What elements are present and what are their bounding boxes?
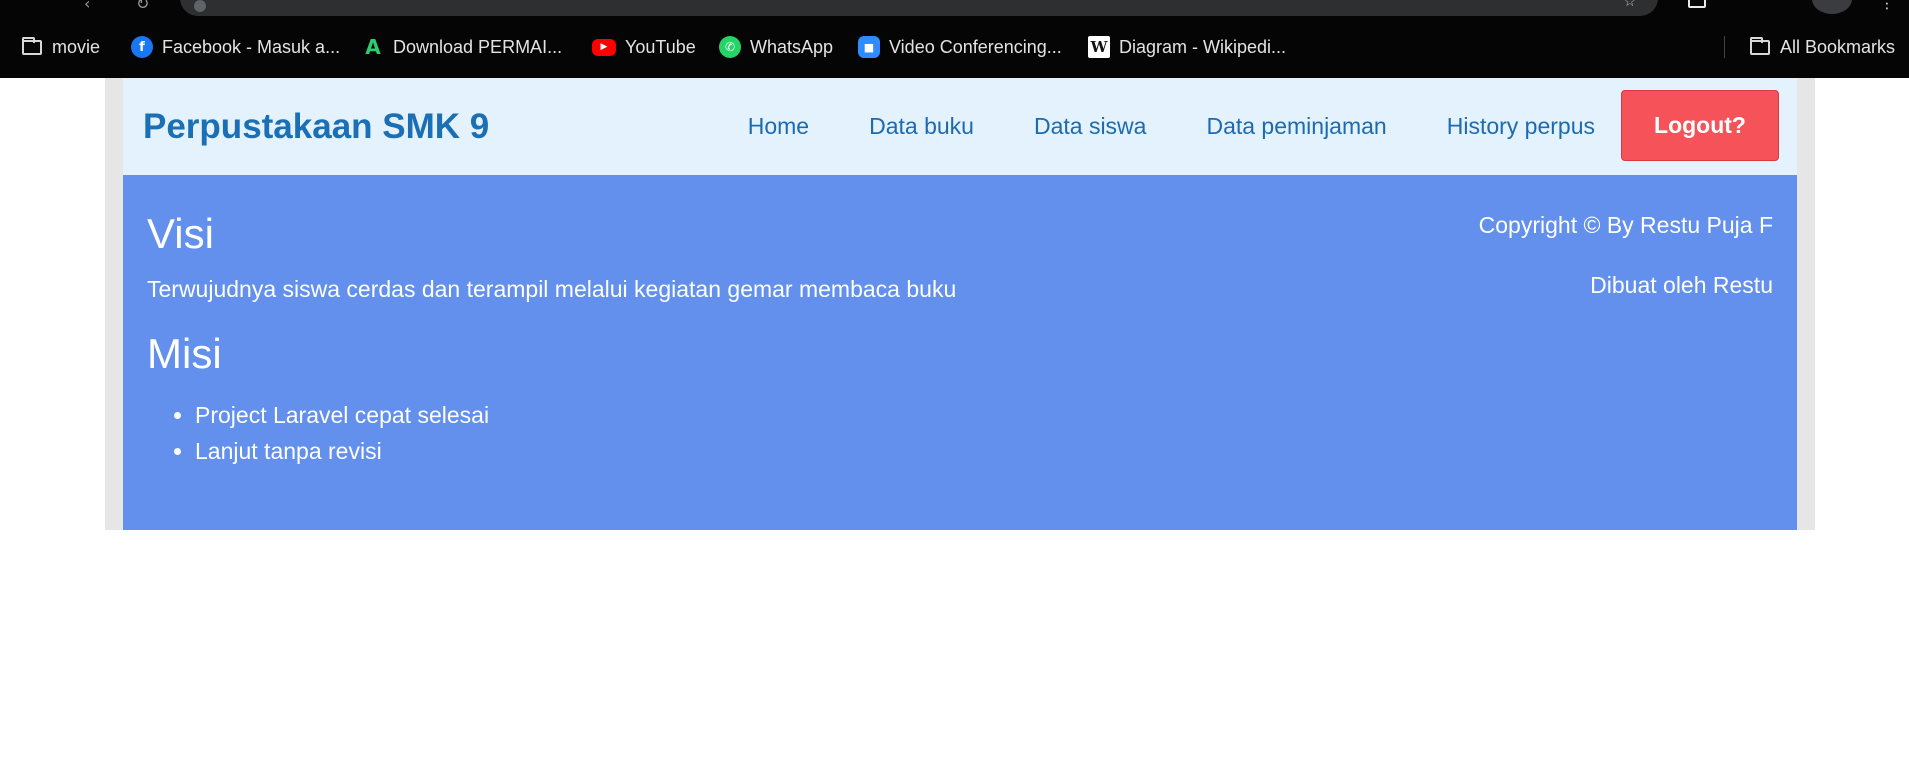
profile-avatar[interactable] [1812, 0, 1852, 14]
copyright-text: Copyright © By Restu Puja F [1478, 212, 1773, 238]
bookmark-label: WhatsApp [750, 36, 834, 57]
browser-chrome: ‹ ↻ ☆ ⋮ movie f Facebook - Masuk a... A … [0, 0, 1909, 78]
bookmark-label: Facebook - Masuk a... [162, 36, 341, 57]
back-arrow-icon[interactable]: ‹ [84, 0, 90, 13]
credits-section: Copyright © By Restu Puja F Dibuat oleh … [1479, 211, 1773, 299]
navbar: Perpustakaan SMK 9 Home Data buku Data s… [123, 78, 1797, 175]
folder-icon [22, 36, 42, 55]
all-bookmarks[interactable]: All Bookmarks [1750, 30, 1895, 64]
bookmark-label: YouTube [625, 36, 696, 57]
bookmark-download-permai[interactable]: A Download PERMAI... [362, 30, 562, 64]
misi-item: Lanjut tanpa revisi [195, 433, 956, 469]
bookmark-label: Download PERMAI... [393, 36, 563, 57]
misi-list: Project Laravel cepat selesai Lanjut tan… [147, 397, 956, 469]
nav-link-history-perpus[interactable]: History perpus [1447, 113, 1595, 140]
tab-overview-icon[interactable] [1688, 0, 1706, 8]
menu-icon[interactable]: ⋮ [1880, 0, 1894, 12]
bookmarks-divider [1724, 36, 1725, 58]
facebook-icon: f [131, 36, 153, 58]
nav-link-data-peminjaman[interactable]: Data peminjaman [1206, 113, 1386, 140]
logout-button[interactable]: Logout? [1621, 90, 1779, 161]
misi-item: Project Laravel cepat selesai [195, 397, 956, 433]
wikipedia-icon: W [1088, 36, 1110, 58]
reload-icon[interactable]: ↻ [136, 0, 149, 13]
bookmark-whatsapp[interactable]: ✆ WhatsApp [719, 30, 833, 64]
bookmark-wikipedia[interactable]: W Diagram - Wikipedi... [1088, 30, 1286, 64]
bookmark-label: Video Conferencing... [889, 36, 1062, 57]
youtube-icon: ▶ [592, 38, 616, 56]
address-bar[interactable]: ☆ [180, 0, 1658, 16]
folder-icon [1750, 36, 1770, 55]
nav-link-data-siswa[interactable]: Data siswa [1034, 113, 1146, 140]
whatsapp-icon: ✆ [719, 36, 741, 58]
visi-misi-section: Visi Terwujudnya siswa cerdas dan teramp… [147, 211, 956, 469]
visi-text: Terwujudnya siswa cerdas dan terampil me… [147, 276, 957, 302]
bookmark-youtube[interactable]: ▶ YouTube [592, 30, 696, 64]
bookmark-label: Diagram - Wikipedi... [1119, 36, 1287, 57]
site-info-icon[interactable] [194, 0, 206, 12]
visi-heading: Visi [147, 210, 214, 257]
bookmark-label: movie [52, 36, 101, 57]
all-bookmarks-label: All Bookmarks [1780, 36, 1896, 57]
site-brand[interactable]: Perpustakaan SMK 9 [143, 78, 489, 175]
credit-text: Dibuat oleh Restu [1590, 272, 1773, 298]
apk-download-icon: A [365, 35, 381, 59]
bookmarks-bar: movie f Facebook - Masuk a... A Download… [0, 30, 1909, 64]
nav-link-data-buku[interactable]: Data buku [869, 113, 974, 140]
misi-heading: Misi [147, 330, 222, 377]
nav-link-home[interactable]: Home [748, 113, 809, 140]
footer-content: Visi Terwujudnya siswa cerdas dan teramp… [123, 175, 1797, 530]
bookmark-movie[interactable]: movie [22, 30, 100, 64]
bookmark-video-conferencing[interactable]: ■ Video Conferencing... [858, 30, 1062, 64]
bookmark-star-icon[interactable]: ☆ [1623, 0, 1636, 10]
bookmark-facebook[interactable]: f Facebook - Masuk a... [131, 30, 340, 64]
nav-links: Home Data buku Data siswa Data peminjama… [688, 78, 1595, 175]
zoom-icon: ■ [858, 36, 880, 58]
